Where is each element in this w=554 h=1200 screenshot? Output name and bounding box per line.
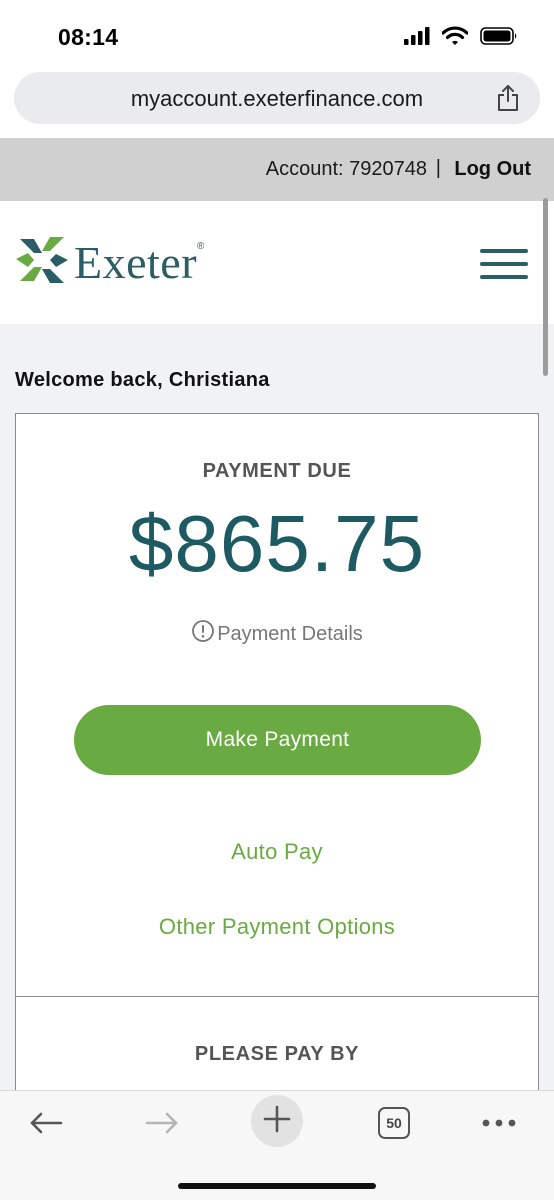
info-circle-icon (191, 619, 215, 649)
main-content: Welcome back, Christiana PAYMENT DUE $86… (0, 324, 554, 1090)
arrow-right-icon[interactable] (142, 1103, 182, 1143)
payment-details-link[interactable]: Payment Details (191, 619, 363, 649)
signal-icon (404, 27, 430, 50)
account-separator: | (435, 157, 441, 179)
payment-due-title: PAYMENT DUE (202, 460, 352, 482)
pay-by-card: PLEASE PAY BY (15, 996, 539, 1090)
tabs-button[interactable]: 50 (374, 1103, 414, 1143)
site-header: Exeter ® (0, 201, 554, 324)
logo-registered-mark: ® (197, 241, 205, 252)
ellipsis-icon[interactable] (478, 1103, 520, 1143)
pay-by-title: PLEASE PAY BY (194, 1043, 360, 1065)
exeter-logo-mark-icon (14, 229, 70, 296)
payment-details-row: Payment Details (16, 619, 538, 649)
new-tab-button[interactable] (251, 1095, 303, 1147)
status-bar: 08:14 (0, 0, 554, 70)
logo-wordmark: Exeter (74, 237, 198, 288)
url-bar[interactable]: myaccount.exeterfinance.com (14, 72, 540, 124)
payment-due-card: PAYMENT DUE $865.75 Payment Details Make… (15, 413, 539, 998)
share-icon[interactable] (496, 84, 520, 117)
logout-link[interactable]: Log Out (454, 158, 531, 181)
browser-url-area: myaccount.exeterfinance.com (0, 70, 554, 138)
make-payment-button[interactable]: Make Payment (74, 705, 481, 775)
welcome-message: Welcome back, Christiana (15, 369, 270, 391)
battery-icon (480, 27, 518, 50)
status-time: 08:14 (58, 24, 119, 50)
page-scrollbar[interactable] (543, 198, 548, 376)
payment-details-label: Payment Details (217, 622, 363, 645)
url-text[interactable]: myaccount.exeterfinance.com (14, 86, 540, 112)
arrow-left-icon[interactable] (26, 1103, 66, 1143)
status-icons (404, 26, 518, 51)
browser-toolbar: 50 (0, 1090, 554, 1200)
wifi-icon (441, 26, 469, 51)
exeter-logo[interactable]: Exeter ® (14, 229, 204, 296)
auto-pay-link[interactable]: Auto Pay (16, 839, 538, 865)
home-indicator[interactable] (178, 1183, 376, 1189)
other-payment-options-link[interactable]: Other Payment Options (16, 914, 538, 940)
hamburger-menu-icon[interactable] (480, 249, 528, 279)
account-number: Account: 7920748 (265, 158, 427, 180)
account-strip: Account: 7920748 | Log Out (0, 138, 554, 201)
plus-icon (263, 1105, 291, 1138)
payment-due-amount: $865.75 (128, 499, 426, 588)
tab-count: 50 (378, 1107, 410, 1139)
